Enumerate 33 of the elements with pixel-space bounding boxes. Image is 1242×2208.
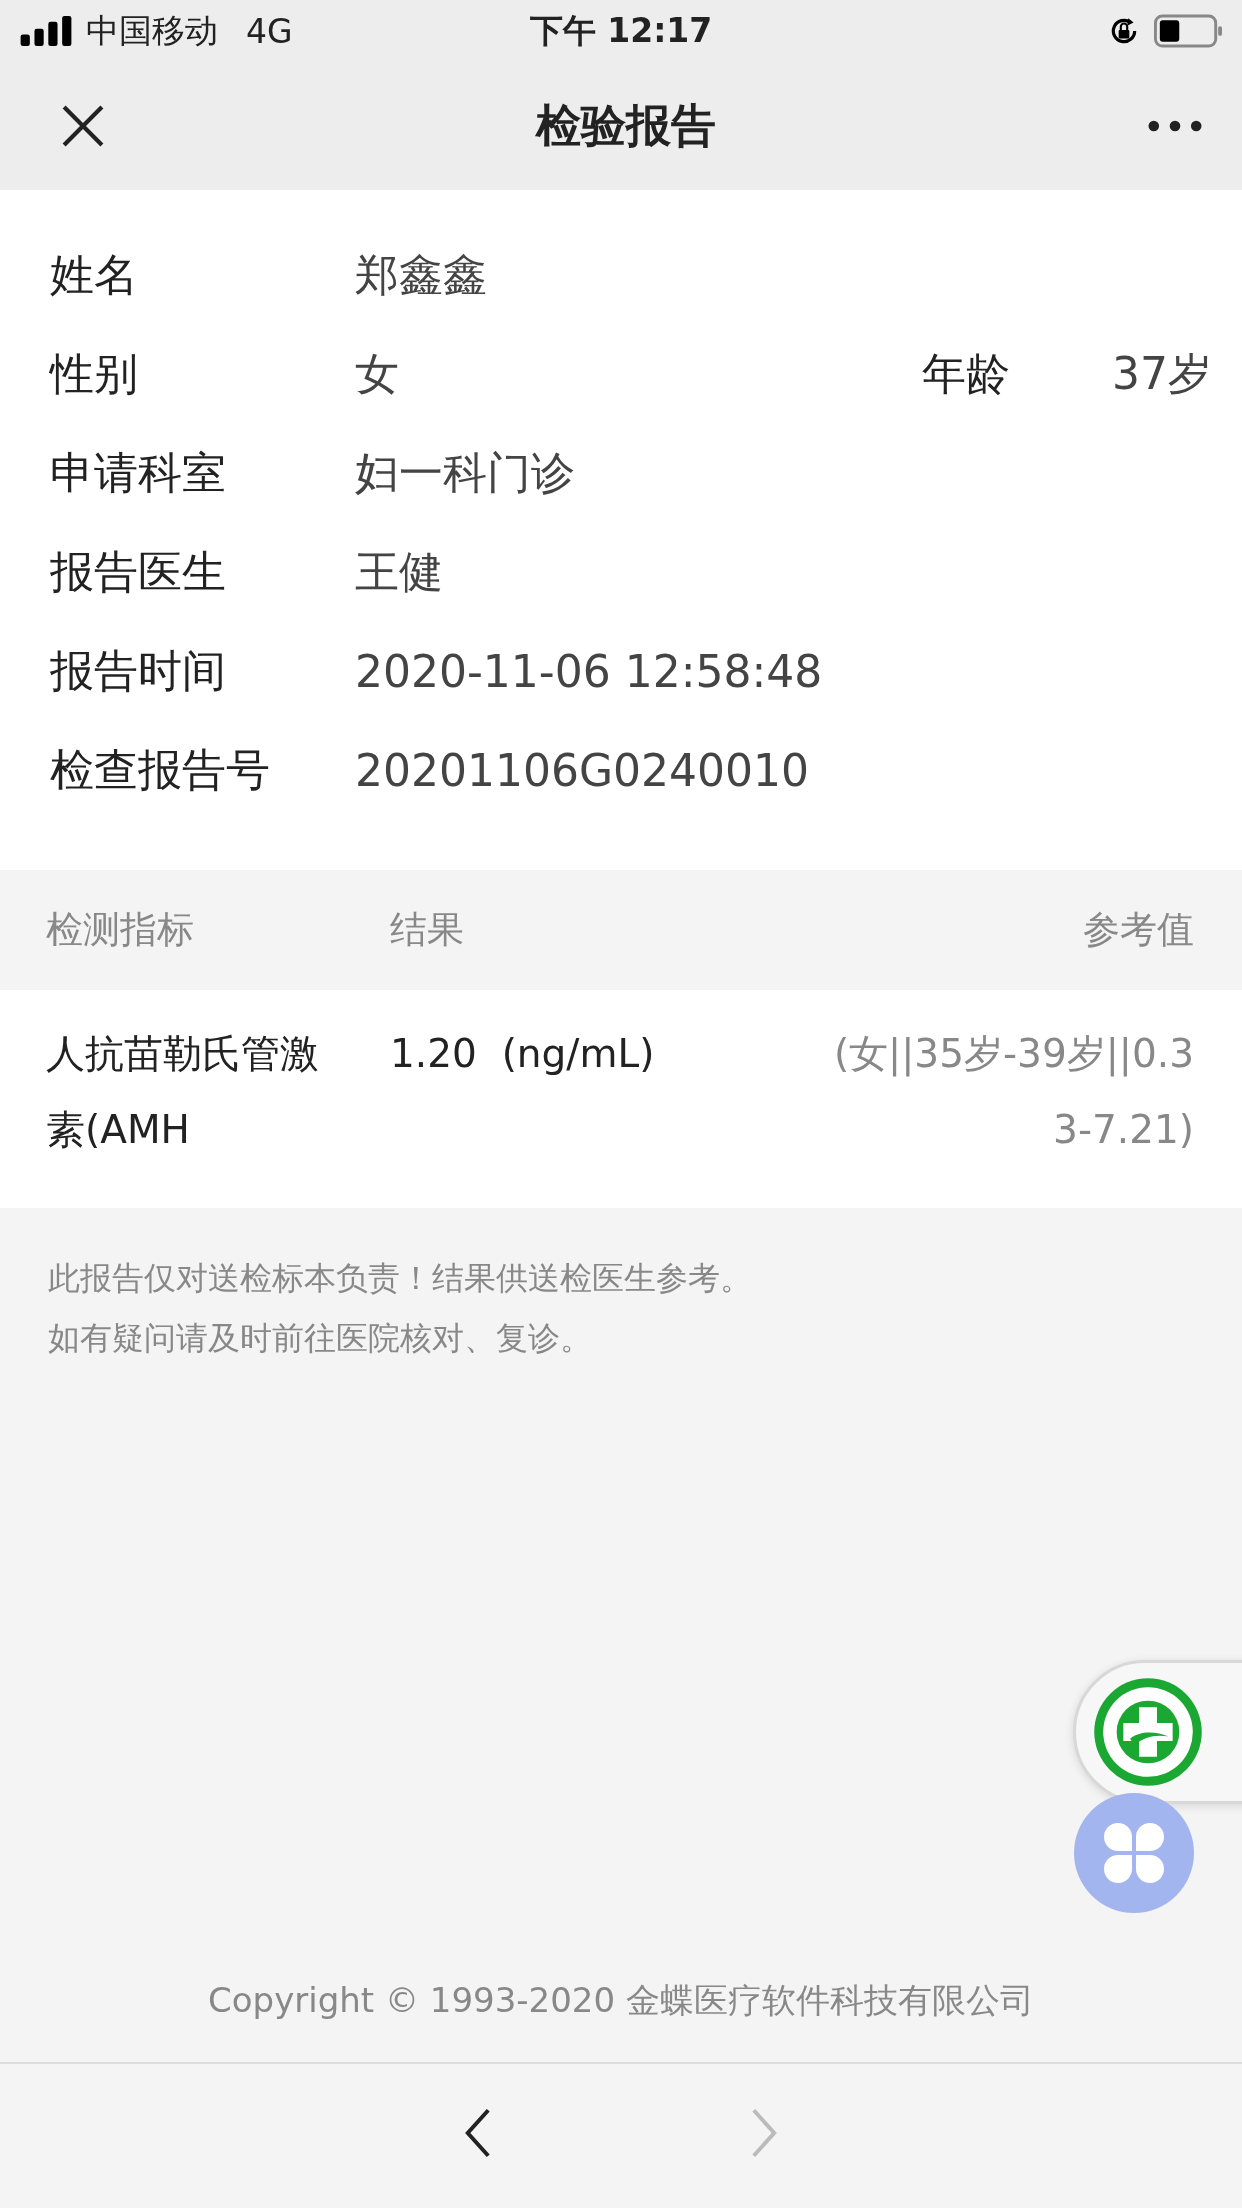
field-value: 郑鑫鑫 (355, 248, 488, 302)
field-label: 检查报告号 (49, 743, 271, 797)
field-label: 申请科室 (49, 446, 227, 500)
field-value: 37岁 (1112, 347, 1213, 401)
indicator-name: 人抗苗勒氏管激素(AMH (45, 1030, 320, 1154)
page-title: 检验报告 (536, 98, 716, 154)
result-value: 1.20 (ng/mL) (390, 1030, 656, 1078)
field-value: 女 (355, 347, 400, 401)
more-icon[interactable] (1148, 120, 1202, 132)
column-header: 检测指标 (45, 907, 195, 953)
field-label: 报告时间 (49, 644, 227, 698)
field-value: 2020-11-06 12:58:48 (355, 646, 824, 697)
column-header: 结果 (390, 907, 465, 953)
field-value: 王健 (355, 545, 444, 599)
column-header: 参考值 (1083, 907, 1195, 953)
disclaimer-text: 此报告仅对送检标本负责！结果供送检医生参考。 (48, 1258, 753, 1299)
network-type: 4G (246, 11, 293, 51)
field-label: 性别 (48, 347, 139, 401)
field-label: 年龄 (922, 347, 1011, 401)
signal-icon (20, 16, 72, 46)
field-label: 报告医生 (49, 545, 227, 599)
field-value: 20201106G0240010 (355, 745, 810, 796)
copyright-text: Copyright © 1993-2020 金蝶医疗软件科技有限公司 (207, 1979, 1035, 2022)
carrier-name: 中国移动 (86, 9, 218, 52)
hospital-badge[interactable] (1073, 1660, 1242, 1804)
field-label: 姓名 (49, 248, 139, 302)
close-icon[interactable] (62, 105, 104, 147)
battery-icon (1154, 14, 1222, 48)
clock-time: 下午 12:17 (528, 9, 714, 52)
hospital-logo-icon (1092, 1676, 1204, 1788)
field-value: 妇一科门诊 (355, 446, 576, 500)
reference-range: (女||35岁-39岁||0.33-7.21) (832, 1030, 1195, 1154)
disclaimer-text: 如有疑问请及时前往医院核对、复诊。 (48, 1318, 593, 1359)
